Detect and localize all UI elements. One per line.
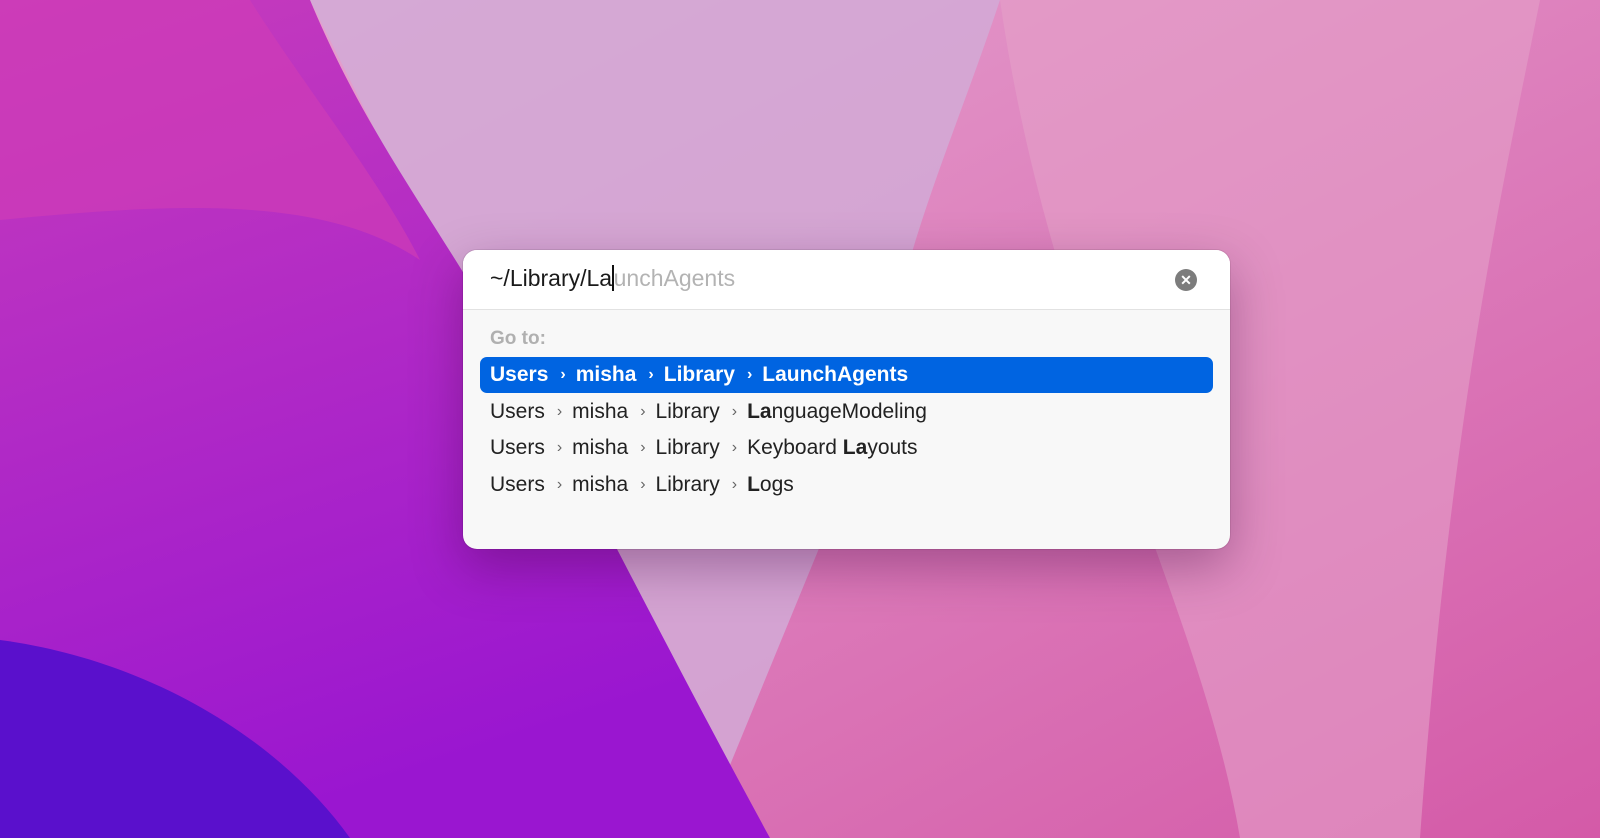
path-input[interactable]: ~/Library/LaunchAgents ✕ <box>463 250 1230 310</box>
chevron-right-icon: › <box>640 476 646 494</box>
chevron-right-icon: › <box>556 476 563 494</box>
path-segment: misha <box>575 363 637 386</box>
match-highlight: La <box>747 399 772 423</box>
chevron-right-icon: › <box>648 366 654 383</box>
chevron-right-icon: › <box>556 439 563 457</box>
go-to-label: Go to: <box>490 328 546 349</box>
path-input-text[interactable]: ~/Library/LaunchAgents <box>490 265 735 292</box>
match-prefix-text: Keyboard <box>747 436 843 460</box>
match-highlight: La <box>842 436 868 460</box>
match-highlight: La <box>762 363 787 386</box>
path-segment-last: Logs <box>747 473 794 497</box>
results-list: Users › misha › Library › LaunchAgents Users › mi… <box>480 357 1213 504</box>
path-segment: Users <box>490 436 545 460</box>
match-rest: ogs <box>759 473 794 497</box>
path-segment-last: LanguageModeling <box>747 400 927 424</box>
result-row[interactable]: Users › misha › Library › Keyboard Layouts <box>480 430 1213 466</box>
match-rest: youts <box>867 436 918 460</box>
path-segment-last: LaunchAgents <box>762 363 908 387</box>
typed-text: ~/Library/La <box>490 265 613 291</box>
path-segment: Users <box>490 399 545 423</box>
chevron-right-icon: › <box>746 366 753 383</box>
chevron-right-icon: › <box>640 439 646 457</box>
result-row[interactable]: Users › misha › Library › LaunchAgents <box>480 357 1213 393</box>
path-segment-last: Keyboard Layouts <box>747 436 917 460</box>
path-segment: Library <box>663 363 735 386</box>
result-row[interactable]: Users › misha › Library › Logs <box>480 467 1213 503</box>
chevron-right-icon: › <box>731 476 738 494</box>
path-segment: misha <box>572 473 629 497</box>
path-segment: Library <box>655 473 720 497</box>
match-rest: nguageModeling <box>771 399 927 423</box>
match-highlight: L <box>747 473 760 497</box>
autocomplete-suggestion: unchAgents <box>613 265 736 291</box>
go-to-folder-dialog: ~/Library/LaunchAgents ✕ Go to: Users › mi… <box>463 250 1230 549</box>
chevron-right-icon: › <box>640 402 646 420</box>
chevron-right-icon: › <box>556 402 563 420</box>
chevron-right-icon: › <box>731 439 738 457</box>
path-segment: misha <box>572 436 629 460</box>
path-segment: Library <box>655 399 720 423</box>
clear-xmark-icon[interactable]: ✕ <box>1175 269 1197 291</box>
match-rest: unchAgents <box>786 363 909 386</box>
path-segment: Users <box>490 473 545 497</box>
path-segment: Library <box>655 436 720 460</box>
chevron-right-icon: › <box>560 366 566 383</box>
path-segment: misha <box>572 399 629 423</box>
path-segment: Users <box>490 363 549 386</box>
chevron-right-icon: › <box>731 402 738 420</box>
result-row[interactable]: Users › misha › Library › LanguageModeling <box>480 394 1213 430</box>
